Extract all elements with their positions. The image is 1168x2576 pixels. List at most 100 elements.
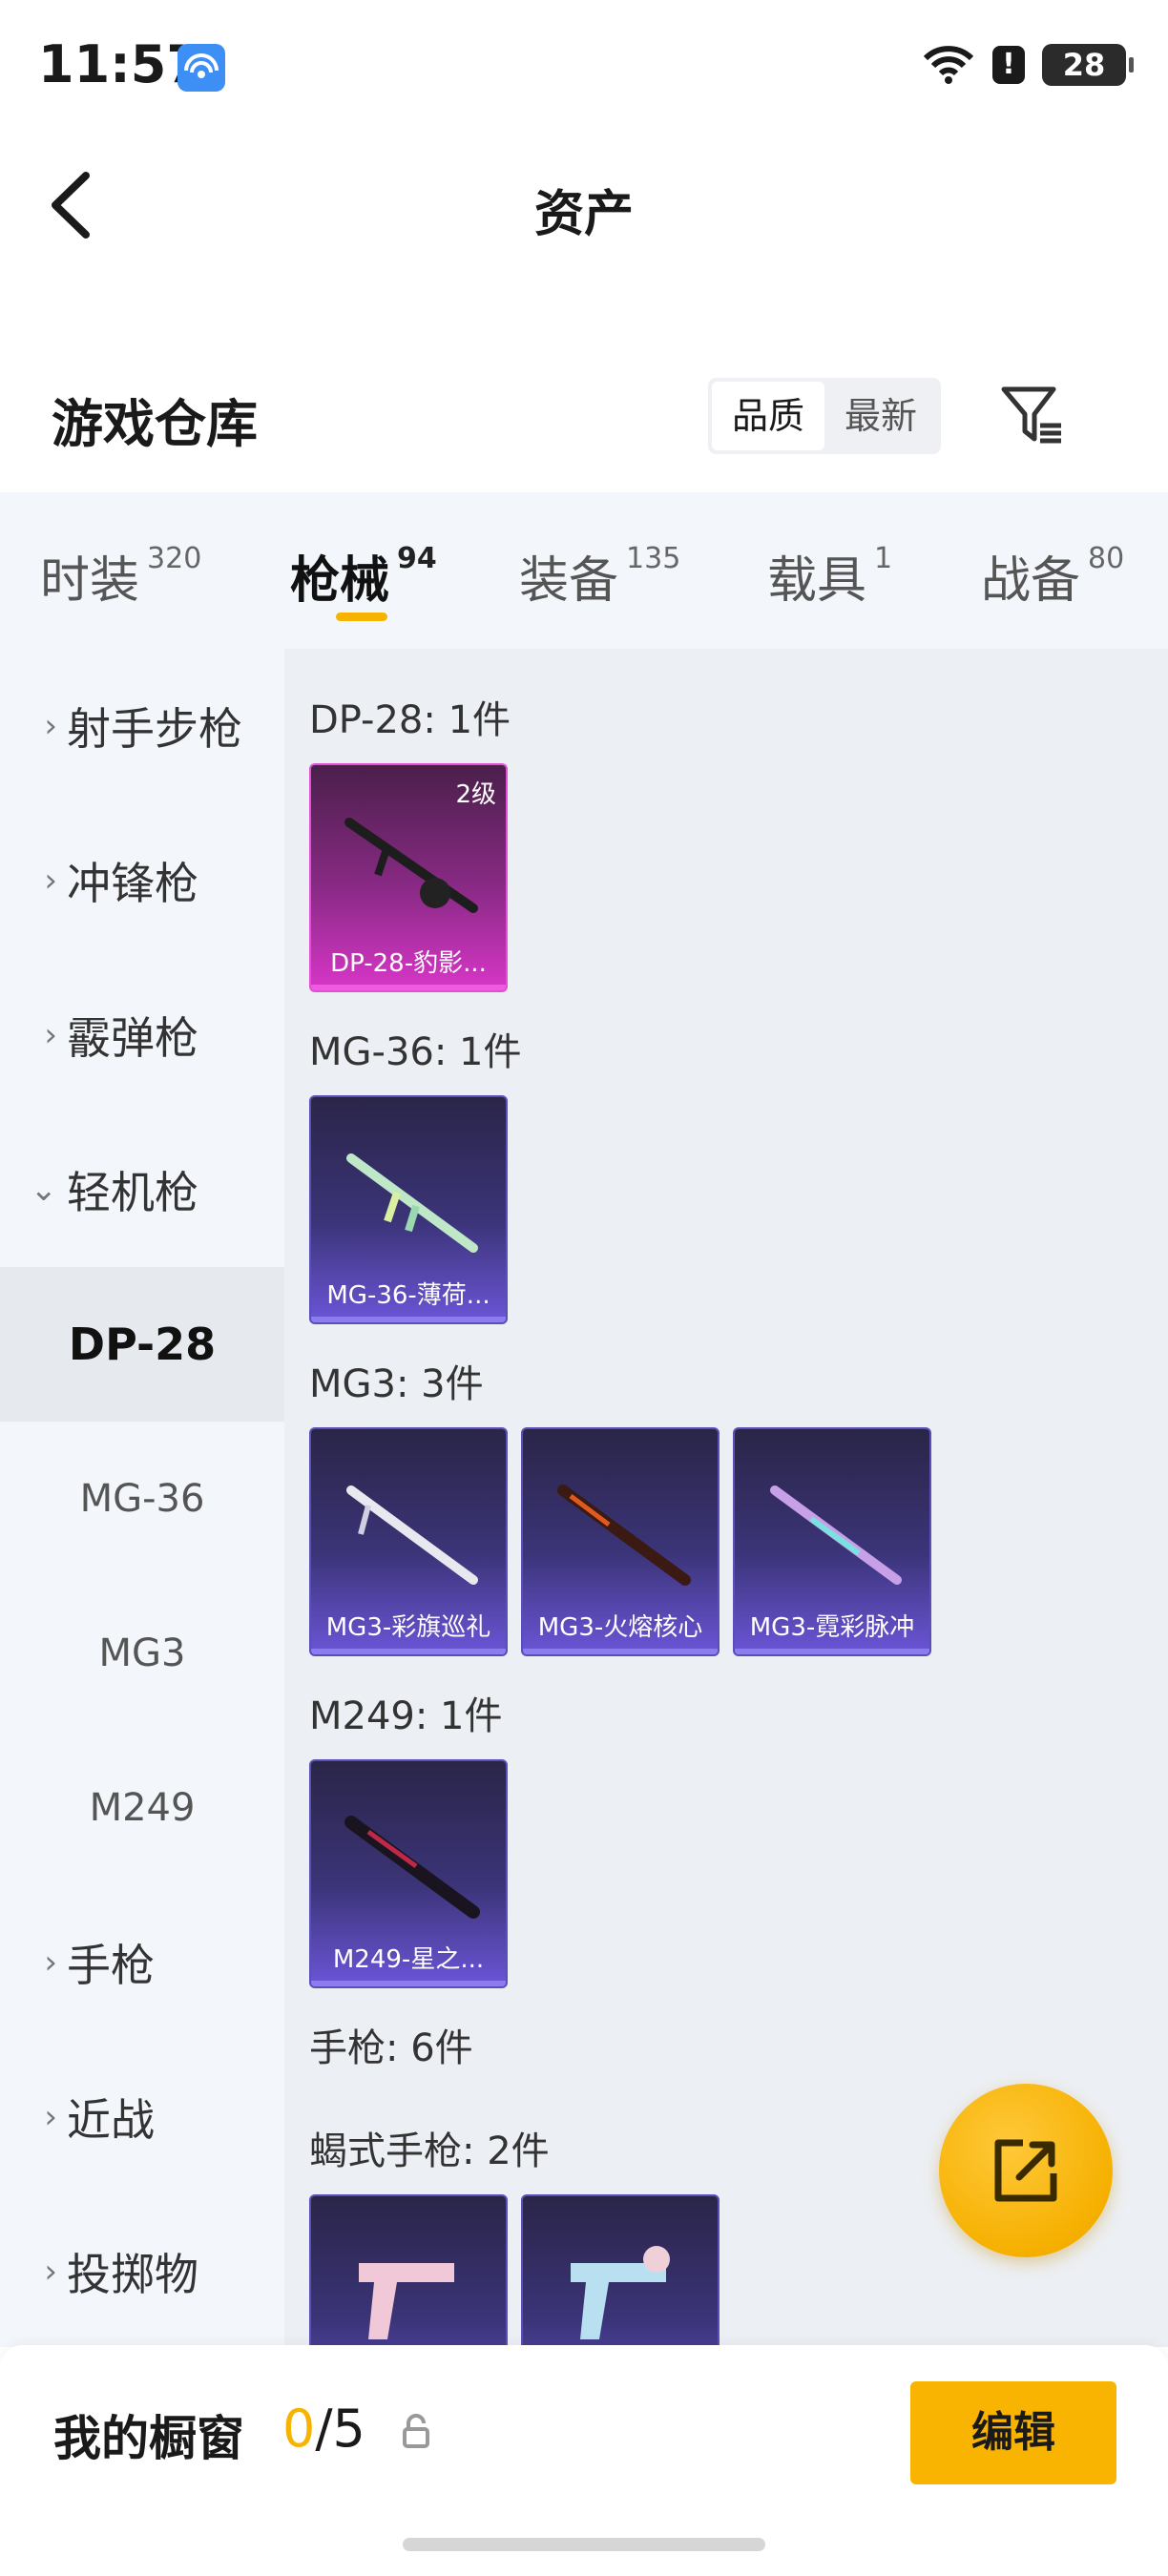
sort-toggle: 品质 最新	[708, 378, 941, 454]
top-nav: 资产	[0, 134, 1168, 277]
sidebar-sub-mg3[interactable]: MG3	[0, 1576, 284, 1731]
rarity-bar	[735, 1649, 929, 1654]
rarity-bar	[311, 1317, 506, 1322]
item-card[interactable]: MG-36-薄荷...	[309, 1095, 508, 1324]
pistol-icon	[359, 2263, 454, 2339]
sidebar-item-label: 冲锋枪	[67, 858, 198, 909]
group-label: 手枪: 6件	[309, 2026, 473, 2070]
tab-count: 320	[147, 542, 202, 575]
chevron-right-icon: ›	[44, 1943, 57, 1982]
item-name: MG3-霓彩脉冲	[749, 1613, 915, 1642]
group-label: MG-36: 1件	[309, 1030, 522, 1074]
battery-icon: 28	[1042, 44, 1134, 86]
sidebar-item-label: 手枪	[67, 1940, 155, 1991]
status-bar: 11:57 ! 28	[0, 0, 1168, 134]
tab-label: 装备	[519, 552, 619, 610]
item-card[interactable]: MG3-霓彩脉冲	[733, 1427, 931, 1656]
tab-guns[interactable]: 枪械 94	[290, 540, 437, 612]
lmg-icon	[346, 1153, 478, 1253]
sidebar-item-melee[interactable]: › 近战	[0, 2040, 284, 2194]
pistol-icon	[571, 2246, 670, 2339]
sidebar-item-label: 投掷物	[67, 2249, 198, 2300]
chevron-down-icon: ⌄	[30, 1171, 58, 1209]
tab-count: 94	[397, 542, 437, 575]
item-name: MG3-彩旗巡礼	[325, 1613, 491, 1642]
home-indicator[interactable]	[403, 2538, 765, 2551]
item-card[interactable]	[309, 2194, 508, 2347]
share-button[interactable]	[939, 2084, 1113, 2257]
tab-gear[interactable]: 战备 80	[981, 540, 1124, 612]
lock-icon	[403, 2414, 429, 2448]
sidebar-sub-mg36[interactable]: MG-36	[0, 1422, 284, 1576]
rarity-bar	[311, 985, 506, 990]
tab-label: 时装	[40, 552, 140, 610]
showcase-count-used: 0	[282, 2399, 316, 2459]
page-title: 资产	[533, 186, 634, 243]
tab-label: 枪械	[290, 552, 390, 610]
tab-count: 135	[626, 542, 681, 575]
sort-latest-button[interactable]: 最新	[824, 382, 937, 450]
lmg-icon	[344, 1816, 480, 1919]
tab-count: 80	[1088, 542, 1125, 575]
sidebar-item-lmg[interactable]: ⌄ 轻机枪	[0, 1112, 284, 1267]
tab-label: 战备	[981, 552, 1081, 610]
sidebar-item-shotgun[interactable]: › 霰弹枪	[0, 958, 284, 1112]
chevron-right-icon: ›	[44, 862, 57, 900]
sort-quality-button[interactable]: 品质	[712, 382, 824, 450]
chevron-right-icon: ›	[44, 2253, 57, 2291]
alert-icon: !	[992, 46, 1025, 84]
showcase-count: 0/5	[282, 2399, 365, 2459]
tab-equipment[interactable]: 装备 135	[519, 540, 680, 612]
rarity-bar	[311, 1981, 506, 1986]
lmg-icon	[346, 1485, 478, 1585]
group-label: 蝎式手枪: 2件	[309, 2129, 550, 2173]
sidebar-sub-m249[interactable]: M249	[0, 1731, 284, 1885]
chevron-right-icon: ›	[44, 2098, 57, 2136]
showcase-bar: 我的橱窗 0/5 编辑	[0, 2345, 1168, 2576]
showcase-count-total: /5	[315, 2399, 365, 2459]
item-card[interactable]: 2级 DP-28-豹影...	[309, 763, 508, 992]
sidebar-item-label: 近战	[67, 2094, 155, 2146]
group-label: MG3: 3件	[309, 1362, 484, 1406]
sidebar-item-label: 霰弹枪	[67, 1012, 198, 1064]
wifi-icon	[923, 46, 974, 84]
app-notification-icon	[177, 44, 225, 92]
item-name: DP-28-豹影...	[330, 949, 487, 978]
tab-fashion[interactable]: 时装 320	[40, 540, 201, 612]
item-card[interactable]: MG3-火熔核心	[521, 1427, 720, 1656]
lmg-icon	[344, 818, 478, 913]
item-card[interactable]: M249-星之...	[309, 1759, 508, 1988]
sidebar-item-pistol[interactable]: › 手枪	[0, 1885, 284, 2040]
showcase-title: 我的橱窗	[53, 2411, 244, 2466]
sidebar-item-label: 射手步枪	[67, 703, 242, 755]
tab-count: 1	[874, 542, 893, 575]
edit-button[interactable]: 编辑	[910, 2381, 1116, 2484]
filter-button[interactable]	[998, 382, 1065, 448]
chevron-right-icon: ›	[44, 1016, 57, 1054]
warehouse-title: 游戏仓库	[52, 394, 258, 454]
rarity-bar	[311, 1649, 506, 1654]
chevron-right-icon: ›	[44, 707, 57, 745]
lmg-icon	[770, 1485, 902, 1585]
group-label: DP-28: 1件	[309, 698, 511, 742]
sidebar-item-smg[interactable]: › 冲锋枪	[0, 803, 284, 958]
category-tabs: 时装 320 枪械 94 装备 135 载具 1 战备 80	[0, 492, 1168, 649]
active-tab-indicator	[336, 613, 387, 621]
sidebar: › 射手步枪 › 冲锋枪 › 霰弹枪 ⌄ 轻机枪 DP-28 MG-36 MG3 M24…	[0, 649, 284, 2347]
tab-label: 载具	[767, 552, 867, 610]
share-icon	[994, 2139, 1057, 2202]
item-name: MG-36-薄荷...	[326, 1281, 490, 1310]
sidebar-item-marksman-rifle[interactable]: › 射手步枪	[0, 649, 284, 803]
item-name: M249-星之...	[332, 1945, 485, 1974]
lmg-icon	[557, 1485, 691, 1586]
group-label: M249: 1件	[309, 1694, 503, 1738]
item-name: MG3-火熔核心	[537, 1613, 703, 1642]
rarity-bar	[523, 1649, 718, 1654]
filter-icon	[1001, 386, 1061, 444]
sidebar-sub-dp28[interactable]: DP-28	[0, 1267, 284, 1422]
item-card[interactable]	[521, 2194, 720, 2347]
item-card[interactable]: MG3-彩旗巡礼	[309, 1427, 508, 1656]
sidebar-item-label: 轻机枪	[67, 1167, 198, 1218]
tab-vehicles[interactable]: 载具 1	[767, 540, 892, 612]
sidebar-item-throwable[interactable]: › 投掷物	[0, 2194, 284, 2349]
